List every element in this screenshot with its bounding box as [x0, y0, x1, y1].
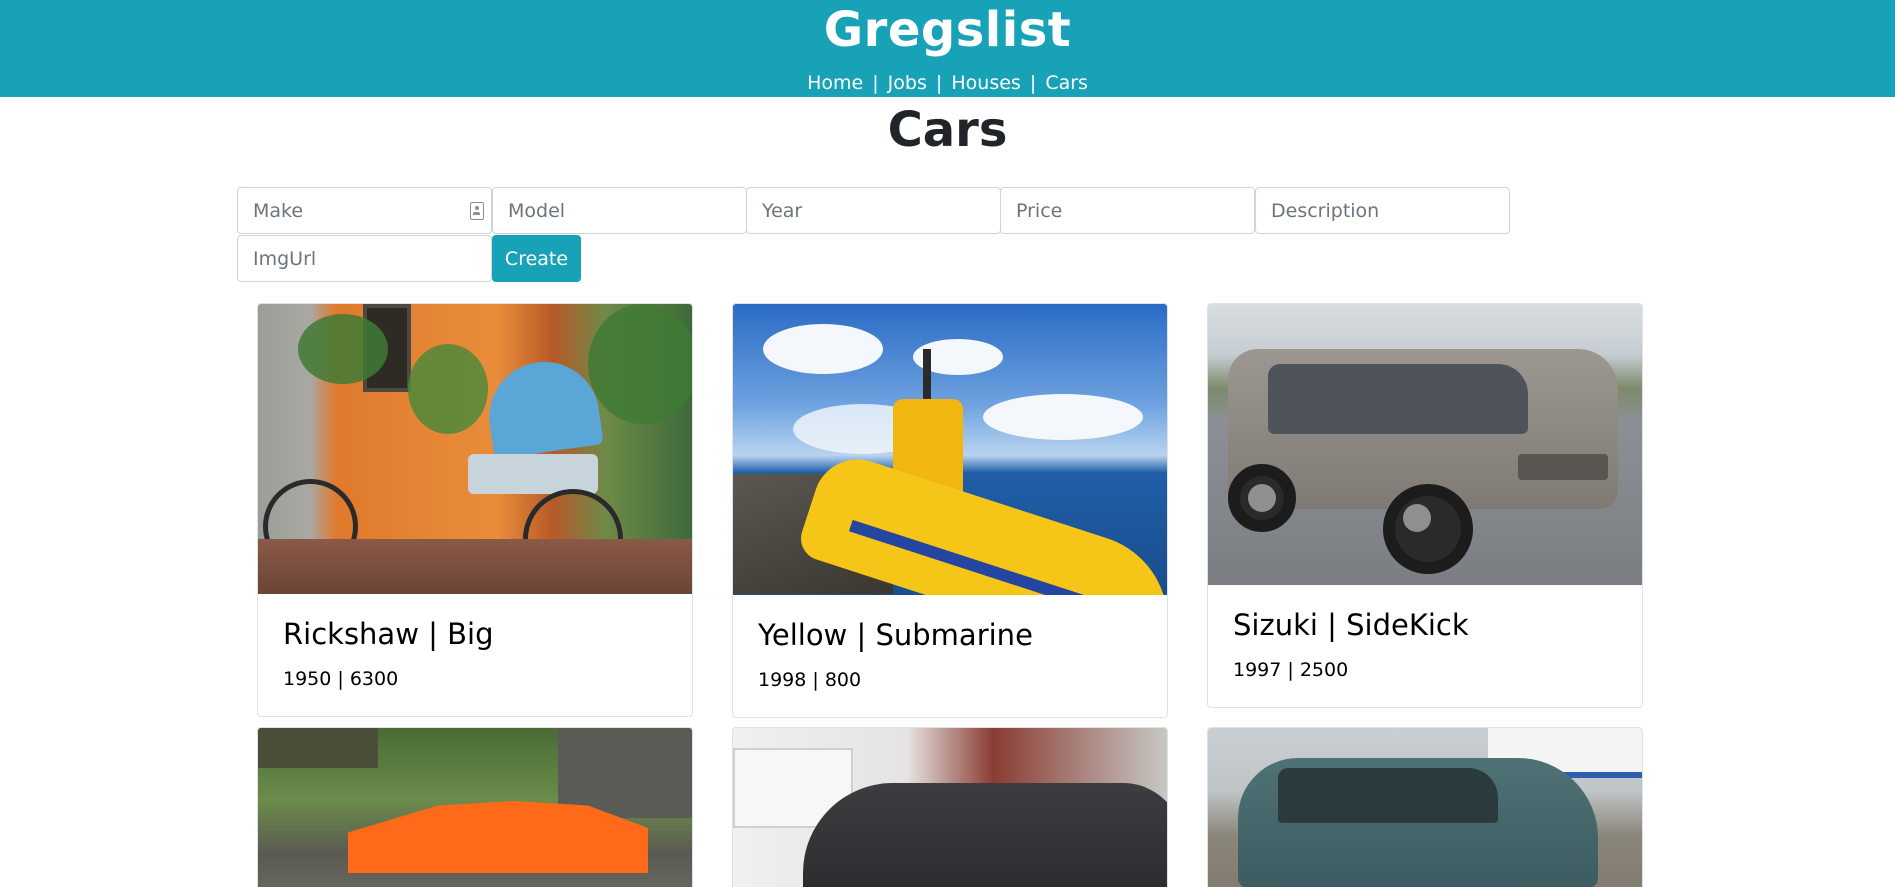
price-input[interactable] — [1000, 187, 1255, 234]
car-title: Yellow | Submarine — [758, 618, 1033, 652]
card-body: Rickshaw | Big 1950 | 6300 — [258, 594, 692, 716]
card-body: Sizuki | SideKick 1997 | 2500 — [1208, 585, 1642, 707]
nav-link-jobs[interactable]: Jobs — [888, 72, 927, 94]
contact-card-icon[interactable] — [470, 202, 484, 220]
car-card — [732, 727, 1168, 887]
site-title: Gregslist — [823, 2, 1072, 58]
make-input[interactable] — [237, 187, 492, 234]
site-header: Gregslist Home | Jobs | Houses | Cars — [0, 0, 1895, 97]
imgurl-input[interactable] — [237, 235, 492, 282]
nav-link-home[interactable]: Home — [807, 72, 863, 94]
car-card: Rickshaw | Big 1950 | 6300 — [257, 303, 693, 717]
page-title: Cars — [887, 102, 1008, 158]
car-details: 1998 | 800 — [758, 669, 862, 691]
car-card — [257, 727, 693, 887]
suzuki-sidekick-photo — [1208, 304, 1642, 585]
main-nav: Home | Jobs | Houses | Cars — [0, 70, 1895, 96]
nav-link-cars[interactable]: Cars — [1045, 72, 1088, 94]
car-card: Sizuki | SideKick 1997 | 2500 — [1207, 303, 1643, 708]
model-input[interactable] — [492, 187, 747, 234]
nav-link-houses[interactable]: Houses — [951, 72, 1020, 94]
nav-separator: | — [935, 72, 943, 94]
description-input[interactable] — [1255, 187, 1510, 234]
car-card: Yellow | Submarine 1998 | 800 — [732, 303, 1168, 718]
nav-separator: | — [1029, 72, 1037, 94]
car-details: 1997 | 2500 — [1233, 659, 1349, 681]
create-button[interactable]: Create — [492, 235, 581, 282]
minecraft-lamborghini-photo — [258, 728, 692, 887]
yellow-submarine-photo — [733, 304, 1167, 595]
rickshaw-photo — [258, 304, 692, 594]
year-input[interactable] — [746, 187, 1001, 234]
car-title: Rickshaw | Big — [283, 617, 494, 651]
card-body: Yellow | Submarine 1998 | 800 — [733, 595, 1167, 717]
nav-separator: | — [872, 72, 879, 94]
car-card — [1207, 727, 1643, 887]
teal-sedan-photo — [1208, 728, 1642, 887]
car-title: Sizuki | SideKick — [1233, 608, 1469, 642]
car-details: 1950 | 6300 — [283, 668, 399, 690]
dark-sedan-photo — [733, 728, 1167, 887]
